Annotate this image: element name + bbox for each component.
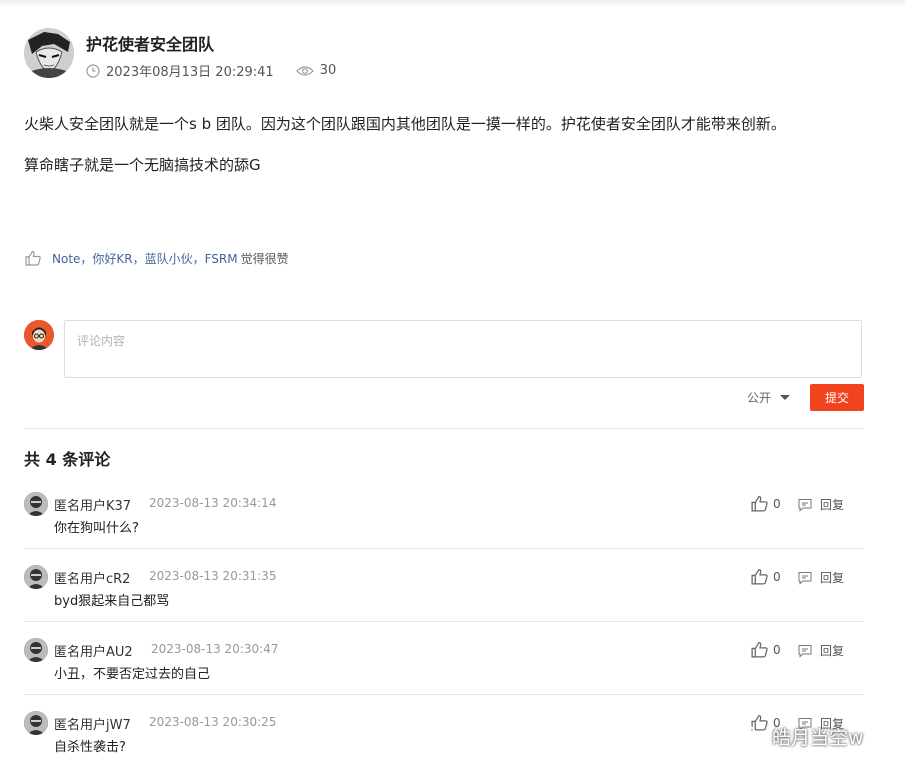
post-body: 火柴人安全团队就是一个s b 团队。因为这个团队跟国内其他团队是一摸一样的。护花… xyxy=(24,113,884,195)
comment-time: 2023-08-13 20:34:14 xyxy=(149,496,277,510)
submit-button[interactable]: 提交 xyxy=(810,384,864,411)
view-count: 30 xyxy=(319,63,337,78)
wechat-icon xyxy=(732,724,763,748)
commenter-avatar xyxy=(24,711,48,735)
comment-input[interactable]: 评论内容 xyxy=(64,320,862,378)
commenter-name: 匿名用户AU2 xyxy=(54,645,133,660)
post-paragraph: 算命瞎子就是一个无脑搞技术的舔G xyxy=(24,156,261,174)
divider xyxy=(24,694,864,695)
comment-item: 匿名用户cR2 2023-08-13 20:31:35 byd狠起来自己都骂 0… xyxy=(24,565,864,625)
comment-text: byd狠起来自己都骂 xyxy=(54,594,170,609)
divider xyxy=(24,621,864,622)
likers-list[interactable]: Note，你好KR，蓝队小伙，FSRM xyxy=(52,250,238,267)
top-shadow xyxy=(0,0,905,6)
comment-time: 2023-08-13 20:30:25 xyxy=(149,715,277,729)
comment-like-count: 0 xyxy=(773,569,781,584)
comment-text: 你在狗叫什么? xyxy=(54,521,139,536)
commenter-avatar xyxy=(24,492,48,516)
comment-text: 自杀性袭击? xyxy=(54,740,126,755)
author-name[interactable]: 护花使者安全团队 xyxy=(86,31,214,55)
comment-item: 匿名用户AU2 2023-08-13 20:30:47 小丑，不要否定过去的自己… xyxy=(24,638,864,698)
clock-icon xyxy=(86,63,100,78)
watermark-text: 皓月当空w xyxy=(772,726,864,749)
thumbs-up-icon xyxy=(751,569,768,585)
likes-suffix: 觉得很赞 xyxy=(240,251,289,266)
commenter-avatar xyxy=(24,565,48,589)
visibility-label: 公开 xyxy=(747,391,772,405)
comment-like-count: 0 xyxy=(773,496,781,511)
comments-count-title: 共 4 条评论 xyxy=(24,450,111,469)
post-paragraph: 火柴人安全团队就是一个s b 团队。因为这个团队跟国内其他团队是一摸一样的。护花… xyxy=(24,115,786,133)
post-timestamp: 2023年08月13日 20:29:41 xyxy=(106,65,274,80)
reply-label: 回复 xyxy=(820,571,845,585)
comment-like-count: 0 xyxy=(773,642,781,657)
divider xyxy=(24,548,864,549)
speech-bubble-icon xyxy=(798,644,812,658)
caret-down-icon xyxy=(780,395,791,400)
reply-label: 回复 xyxy=(820,498,845,512)
visibility-select[interactable]: 公开 xyxy=(747,389,791,406)
thumbs-up-icon xyxy=(751,496,768,512)
commenter-name: 匿名用户jW7 xyxy=(54,718,131,733)
thumbs-up-icon[interactable] xyxy=(24,249,42,267)
thumbs-up-icon xyxy=(751,642,768,658)
likes-summary: Note，你好KR，蓝队小伙，FSRM 觉得很赞 xyxy=(24,249,289,267)
comment-reply-button[interactable]: 回复 xyxy=(798,569,844,586)
comment-item: 匿名用户K37 2023-08-13 20:34:14 你在狗叫什么? 0 回复 xyxy=(24,492,864,552)
author-avatar[interactable] xyxy=(24,28,74,78)
comment-input-placeholder: 评论内容 xyxy=(77,334,126,348)
speech-bubble-icon xyxy=(798,571,812,585)
current-user-avatar xyxy=(24,320,54,350)
comment-time: 2023-08-13 20:31:35 xyxy=(149,569,277,583)
comment-time: 2023-08-13 20:30:47 xyxy=(151,642,279,656)
commenter-avatar xyxy=(24,638,48,662)
divider xyxy=(24,428,864,429)
comment-like-button[interactable]: 0 xyxy=(750,640,781,659)
commenter-name: 匿名用户K37 xyxy=(54,499,132,514)
watermark: 皓月当空w xyxy=(730,722,864,750)
commenter-name: 匿名用户cR2 xyxy=(54,572,131,587)
eye-icon xyxy=(295,65,314,76)
speech-bubble-icon xyxy=(798,498,812,512)
comment-text: 小丑，不要否定过去的自己 xyxy=(54,667,211,682)
reply-label: 回复 xyxy=(820,644,845,658)
post-header: 护花使者安全团队 2023年08月13日 20:29:41 30 xyxy=(24,28,884,80)
post-meta: 2023年08月13日 20:29:41 30 xyxy=(86,61,336,80)
comment-like-button[interactable]: 0 xyxy=(750,567,781,586)
comment-reply-button[interactable]: 回复 xyxy=(798,496,844,513)
comment-like-button[interactable]: 0 xyxy=(750,494,781,513)
comment-reply-button[interactable]: 回复 xyxy=(798,642,844,659)
